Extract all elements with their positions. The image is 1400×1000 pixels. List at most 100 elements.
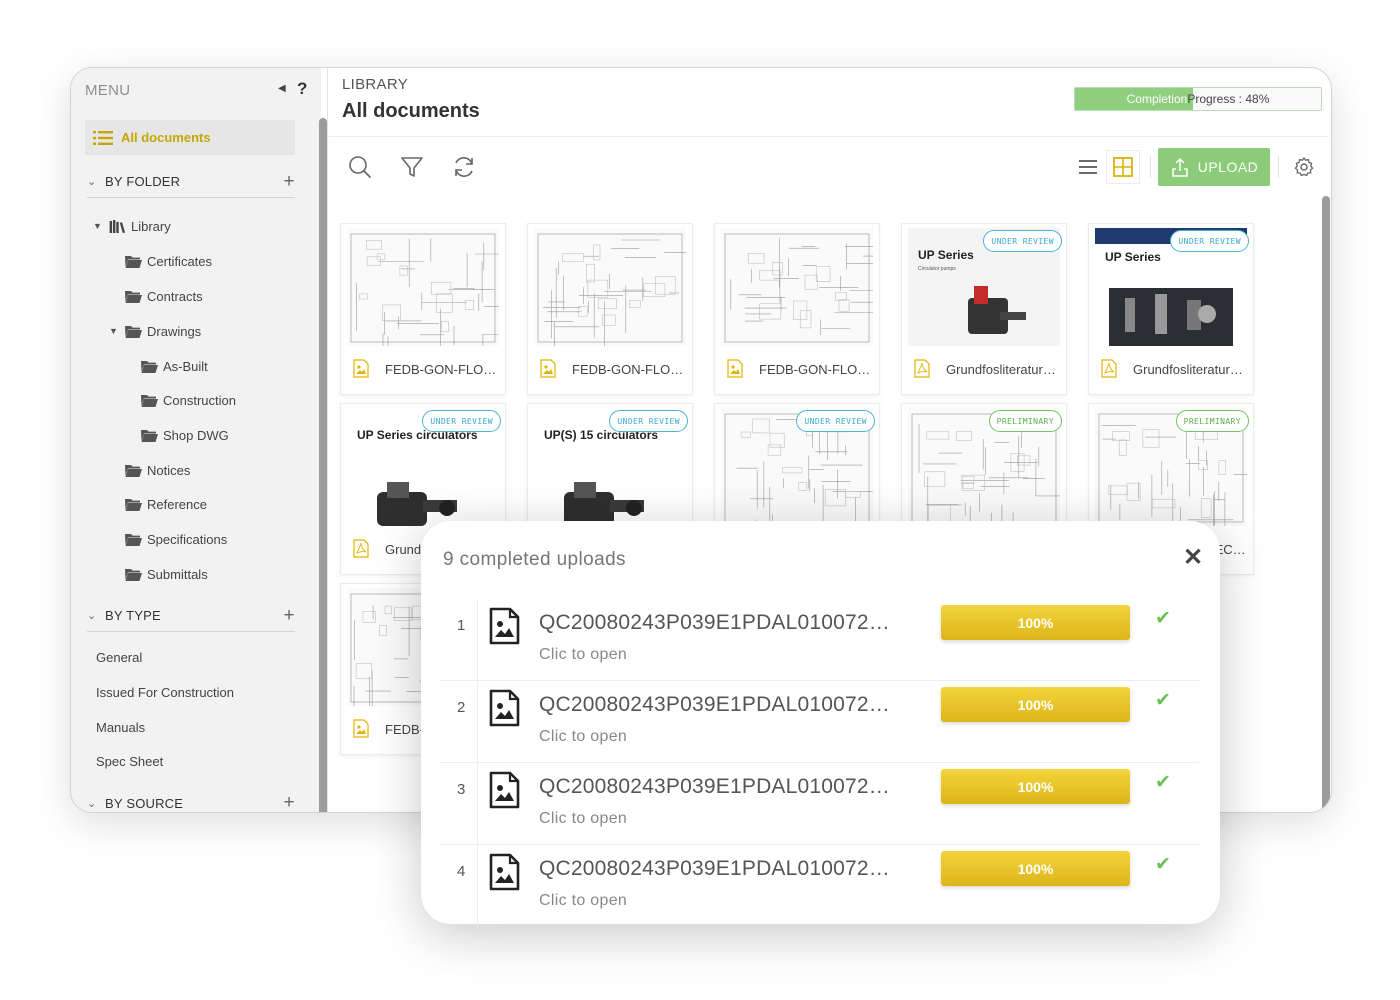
- sidebar-item-type[interactable]: Issued For Construction: [96, 685, 234, 700]
- sidebar-item-folder[interactable]: ▼ Library: [93, 216, 171, 236]
- document-card[interactable]: UP Series UNDER REVIEW Grundfosliterature-…: [1088, 223, 1254, 395]
- folder-label: Notices: [147, 462, 191, 478]
- drawing-thumbnail: [350, 233, 499, 346]
- document-name[interactable]: Grundfosliterature-Install: [1133, 362, 1248, 377]
- upload-file-name[interactable]: QC20080243P039E1PDAL010072…: [539, 857, 890, 881]
- divider: [477, 681, 478, 763]
- chevron-left-icon[interactable]: ◀: [278, 83, 286, 94]
- upload-open-link[interactable]: Clic to open: [539, 728, 627, 746]
- help-button[interactable]: ?: [297, 79, 307, 99]
- caret-down-icon[interactable]: ▼: [93, 221, 109, 231]
- caret-down-icon[interactable]: ▼: [109, 326, 125, 336]
- drawing-thumbnail: [724, 233, 873, 343]
- page-title: All documents: [342, 100, 480, 122]
- upload-file-name[interactable]: QC20080243P039E1PDAL010072…: [539, 775, 890, 799]
- upload-open-link[interactable]: Clic to open: [539, 892, 627, 910]
- folder-label: Contracts: [147, 288, 203, 304]
- sidebar-item-folder[interactable]: Reference: [125, 494, 207, 514]
- document-thumbnail[interactable]: [347, 228, 499, 346]
- image-file-icon: [727, 359, 743, 378]
- status-badge: UNDER REVIEW: [983, 230, 1062, 252]
- upload-row[interactable]: 2 QC20080243P039E1PDAL010072… Clic to open…: [439, 681, 1199, 763]
- progress-label-left: Completion: [1126, 92, 1188, 106]
- sidebar-item-folder[interactable]: Certificates: [125, 251, 212, 271]
- chevron-down-icon: ⌄: [87, 797, 97, 810]
- progress-label-right: Progress : 48%: [1187, 92, 1270, 106]
- document-name[interactable]: FEDB-GON-FLOOR-2: [572, 362, 687, 377]
- sidebar-item-folder[interactable]: As-Built: [141, 356, 208, 376]
- filter-icon[interactable]: [399, 154, 425, 180]
- folder-label: Submittals: [147, 566, 208, 582]
- sidebar-item-folder[interactable]: Specifications: [125, 529, 227, 549]
- sidebar-item-type[interactable]: Manuals: [96, 720, 145, 735]
- image-file-icon: [489, 689, 520, 727]
- upload-file-name[interactable]: QC20080243P039E1PDAL010072…: [539, 693, 890, 717]
- document-name[interactable]: FEDB-GON-FLOOR-1: [385, 362, 500, 377]
- menu-title: MENU: [85, 82, 131, 99]
- search-icon[interactable]: [347, 154, 373, 180]
- folder-icon: [125, 464, 142, 477]
- folder-icon: [125, 568, 142, 581]
- pdf-file-icon: [1101, 359, 1117, 378]
- check-icon: ✔: [1155, 608, 1171, 629]
- sidebar-item-folder[interactable]: Shop DWG: [141, 425, 229, 445]
- document-name[interactable]: Grundfosliterature-UP: [946, 362, 1061, 377]
- divider: [327, 68, 328, 812]
- folder-icon: [125, 290, 142, 303]
- upload-button[interactable]: UPLOAD: [1158, 148, 1270, 186]
- divider: [1278, 156, 1279, 178]
- document-card[interactable]: FEDB-GON-FLOOR-3: [714, 223, 880, 395]
- check-icon: ✔: [1155, 690, 1171, 711]
- sidebar-item-folder[interactable]: ▼ Drawings: [109, 321, 201, 341]
- gear-icon[interactable]: [1293, 156, 1315, 178]
- sidebar-scrollbar[interactable]: [319, 118, 327, 812]
- main-scrollbar[interactable]: [1322, 196, 1330, 812]
- upload-open-link[interactable]: Clic to open: [539, 646, 627, 664]
- status-badge: UNDER REVIEW: [1170, 230, 1249, 252]
- folder-label: Construction: [163, 392, 236, 408]
- upload-percent: 100%: [1017, 778, 1054, 795]
- sidebar-item-type[interactable]: Spec Sheet: [96, 754, 163, 769]
- section-by-type[interactable]: ⌄ BY TYPE +: [87, 600, 295, 632]
- close-icon[interactable]: ✕: [1183, 543, 1203, 572]
- folder-label: Certificates: [147, 253, 213, 269]
- check-icon: ✔: [1155, 854, 1171, 875]
- sidebar-item-folder[interactable]: Construction: [141, 390, 236, 410]
- document-card[interactable]: FEDB-GON-FLOOR-2: [527, 223, 693, 395]
- document-name[interactable]: FEDB-GON-FLOOR-3: [759, 362, 874, 377]
- folder-label: Drawings: [147, 323, 202, 339]
- upload-progress-bar: 100%: [941, 687, 1130, 722]
- section-by-folder[interactable]: ⌄ BY FOLDER +: [87, 166, 295, 198]
- status-badge: PRELIMINARY: [988, 410, 1062, 432]
- upload-row[interactable]: 4 QC20080243P039E1PDAL010072… Clic to open…: [439, 845, 1199, 927]
- add-source-button[interactable]: +: [283, 792, 295, 812]
- add-folder-button[interactable]: +: [283, 171, 295, 193]
- section-by-source[interactable]: ⌄ BY SOURCE +: [87, 787, 295, 812]
- sidebar-item-folder[interactable]: Notices: [125, 460, 190, 480]
- upload-index: 1: [457, 617, 466, 634]
- add-type-button[interactable]: +: [283, 605, 295, 627]
- document-thumbnail[interactable]: [534, 228, 686, 346]
- upload-file-name[interactable]: QC20080243P039E1PDAL010072…: [539, 611, 890, 635]
- image-file-icon: [353, 719, 369, 738]
- list-view-icon[interactable]: [1077, 156, 1099, 178]
- folder-label: Shop DWG: [163, 427, 229, 443]
- sidebar-item-folder[interactable]: Submittals: [125, 564, 208, 584]
- upload-open-link[interactable]: Clic to open: [539, 810, 627, 828]
- divider: [477, 599, 478, 681]
- status-badge: PRELIMINARY: [1175, 410, 1249, 432]
- upload-icon: [1171, 157, 1188, 177]
- sidebar-item-folder[interactable]: Contracts: [125, 286, 203, 306]
- document-thumbnail[interactable]: [721, 228, 873, 346]
- refresh-icon[interactable]: [451, 154, 477, 180]
- folder-icon: [141, 360, 158, 373]
- sidebar-item-all-documents[interactable]: All documents: [85, 120, 295, 155]
- document-card[interactable]: FEDB-GON-FLOOR-1: [340, 223, 506, 395]
- sidebar-item-label: All documents: [121, 130, 211, 145]
- sidebar-item-type[interactable]: General: [96, 650, 142, 665]
- upload-row[interactable]: 3 QC20080243P039E1PDAL010072… Clic to open…: [439, 763, 1199, 845]
- upload-progress-bar: 100%: [941, 851, 1130, 886]
- upload-row[interactable]: 1 QC20080243P039E1PDAL010072… Clic to open…: [439, 599, 1199, 681]
- document-card[interactable]: UP Series Circulator pumps UNDER REVIEW Gru…: [901, 223, 1067, 395]
- grid-view-button[interactable]: [1106, 150, 1140, 184]
